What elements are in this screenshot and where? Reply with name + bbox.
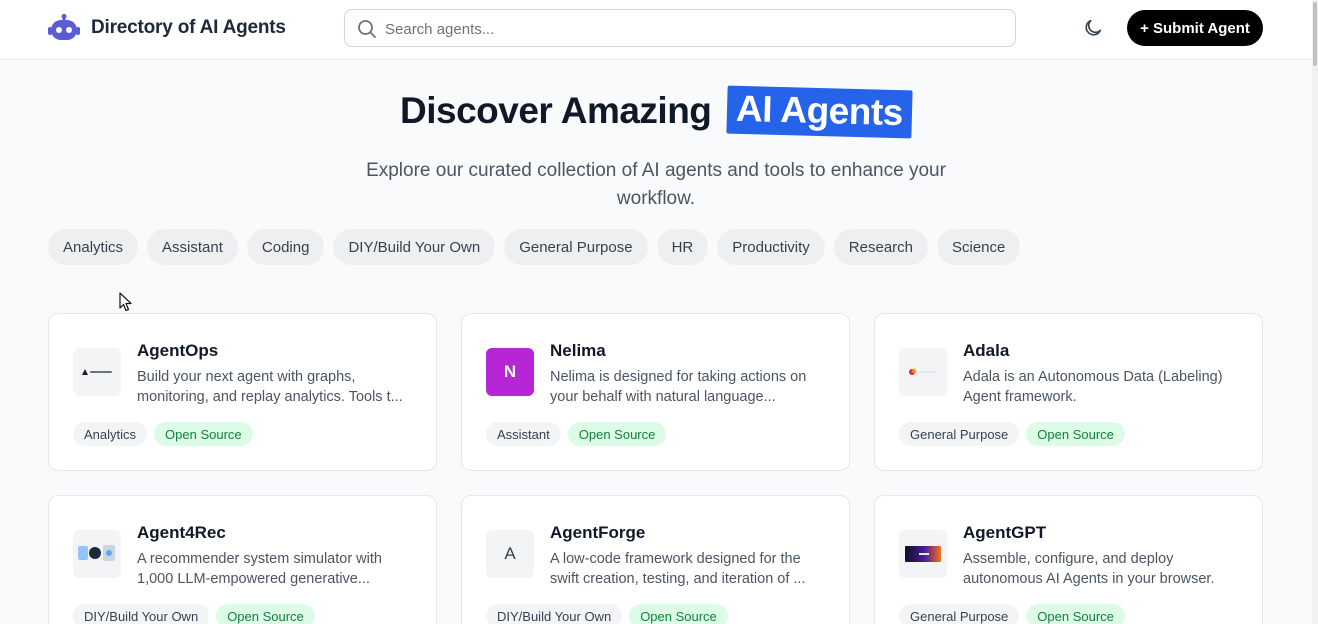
submit-agent-button[interactable]: + Submit Agent <box>1127 10 1263 46</box>
agent-description: Assemble, configure, and deploy autonomo… <box>963 551 1215 587</box>
agent-thumbnail: A <box>486 530 534 578</box>
open-source-badge: Open Source <box>629 604 728 624</box>
mouse-cursor-icon <box>119 292 132 312</box>
dark-mode-toggle-moon-icon[interactable] <box>1082 17 1104 39</box>
robot-logo-icon[interactable] <box>48 14 80 42</box>
agent-description: A recommender system simulator with 1,00… <box>137 551 382 587</box>
top-header: Directory of AI Agents + Submit Agent <box>0 0 1312 60</box>
category-filter-list: Analytics Assistant Coding DIY/Build You… <box>48 229 1021 265</box>
agent-category-tag[interactable]: Analytics <box>73 422 148 446</box>
agent-description: Adala is an Autonomous Data (Labeling) A… <box>963 369 1223 405</box>
hero-title: Discover Amazing AI Agents <box>0 85 1312 139</box>
open-source-badge: Open Source <box>154 422 253 446</box>
agent-name[interactable]: Adala <box>963 341 1009 361</box>
search-input[interactable] <box>385 17 985 41</box>
agentops-logo-icon <box>82 369 112 375</box>
agent-card-agentops[interactable]: AgentOps Build your next agent with grap… <box>48 313 437 471</box>
agent-name[interactable]: Nelima <box>550 341 606 361</box>
category-chip-analytics[interactable]: Analytics <box>48 229 139 265</box>
agent-name[interactable]: AgentGPT <box>963 523 1046 543</box>
open-source-badge: Open Source <box>1026 604 1125 624</box>
category-chip-research[interactable]: Research <box>833 229 928 265</box>
agentgpt-logo-icon <box>905 546 941 562</box>
agent-category-tag[interactable]: General Purpose <box>899 422 1020 446</box>
agent-thumbnail: N <box>486 348 534 396</box>
agent-name[interactable]: AgentForge <box>550 523 645 543</box>
category-chip-productivity[interactable]: Productivity <box>717 229 825 265</box>
agent-thumbnail <box>73 348 121 396</box>
agent-thumbnail <box>73 530 121 578</box>
category-chip-coding[interactable]: Coding <box>246 229 325 265</box>
agent-description: Build your next agent with graphs, monit… <box>137 369 403 405</box>
agent-card-agentgpt[interactable]: AgentGPT Assemble, configure, and deploy… <box>874 495 1263 624</box>
open-source-badge: Open Source <box>1026 422 1125 446</box>
agent-category-tag[interactable]: General Purpose <box>899 604 1020 624</box>
scrollbar[interactable] <box>1312 0 1318 624</box>
agent4rec-diagram-icon <box>78 545 115 561</box>
open-source-badge: Open Source <box>567 422 667 446</box>
scrollbar-thumb[interactable] <box>1313 2 1317 66</box>
agent-name[interactable]: AgentOps <box>137 341 218 361</box>
agent-card-nelima[interactable]: N Nelima Nelima is designed for taking a… <box>461 313 850 471</box>
category-chip-assistant[interactable]: Assistant <box>147 229 238 265</box>
category-chip-general-purpose[interactable]: General Purpose <box>504 229 648 265</box>
agent-card-adala[interactable]: Adala Adala is an Autonomous Data (Label… <box>874 313 1263 471</box>
open-source-badge: Open Source <box>216 604 315 624</box>
category-chip-science[interactable]: Science <box>937 229 1021 265</box>
agent-thumbnail <box>899 530 947 578</box>
agent-thumbnail <box>899 348 947 396</box>
site-title[interactable]: Directory of AI Agents <box>91 17 286 39</box>
search-icon <box>358 20 376 38</box>
category-chip-hr[interactable]: HR <box>656 229 709 265</box>
hero-title-highlight: AI Agents <box>726 85 913 139</box>
agent-card-agentforge[interactable]: A AgentForge A low-code framework design… <box>461 495 850 624</box>
agent-category-tag[interactable]: DIY/Build Your Own <box>486 604 623 624</box>
agent-card-agent4rec[interactable]: Agent4Rec A recommender system simulator… <box>48 495 437 624</box>
agent-description: A low-code framework designed for the sw… <box>550 551 806 587</box>
hero-title-prefix: Discover Amazing <box>400 90 712 131</box>
category-chip-diy[interactable]: DIY/Build Your Own <box>333 229 496 265</box>
agent-description: Nelima is designed for taking actions on… <box>550 369 807 405</box>
agent-category-tag[interactable]: Assistant <box>486 422 561 446</box>
agent-name[interactable]: Agent4Rec <box>137 523 226 543</box>
search-bar[interactable] <box>344 9 1016 47</box>
hero-subtitle: Explore our curated collection of AI age… <box>366 160 946 209</box>
adala-logo-icon <box>909 368 937 375</box>
agent-category-tag[interactable]: DIY/Build Your Own <box>73 604 210 624</box>
